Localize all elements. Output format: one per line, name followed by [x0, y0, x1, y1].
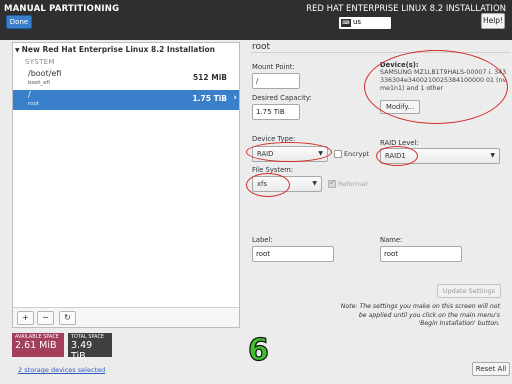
dropdown-arrow-icon: ▼	[490, 152, 495, 159]
devices-text: SAMSUNG MZ1LB1T9HALS-00007 i. 343336304e…	[380, 69, 507, 92]
reformat-label: Reformat	[338, 180, 368, 188]
mount-row-root[interactable]: / root 1.75 TiB ›	[13, 90, 239, 110]
product-title: RED HAT ENTERPRISE LINUX 8.2 INSTALLATIO…	[306, 4, 506, 14]
device-type-label: Device Type:	[252, 135, 296, 143]
available-space-value: 2.61 MiB	[15, 340, 57, 351]
dropdown-arrow-icon: ▼	[312, 180, 317, 187]
label-field[interactable]: root	[252, 246, 334, 262]
device-type-dropdown[interactable]: RAID ▼	[252, 146, 328, 162]
label-field-label: Label:	[252, 236, 273, 244]
keyboard-layout-indicator[interactable]: ⌨ us	[339, 17, 391, 29]
installation-header[interactable]: ▼ New Red Hat Enterprise Linux 8.2 Instal…	[15, 45, 215, 54]
partition-title: root	[252, 42, 271, 52]
settings-note: Note: The settings you make on this scre…	[340, 303, 500, 327]
file-system-dropdown[interactable]: xfs ▼	[252, 176, 322, 192]
divider	[250, 52, 510, 53]
top-bar: MANUAL PARTITIONING Done RED HAT ENTERPR…	[0, 0, 512, 40]
mount-size: 512 MiB	[192, 73, 227, 82]
done-button[interactable]: Done	[6, 15, 32, 29]
raid-level-dropdown[interactable]: RAID1 ▼	[380, 148, 500, 164]
file-system-label: File System:	[252, 166, 294, 174]
system-group-label: SYSTEM	[25, 58, 55, 66]
remove-mount-button[interactable]: −	[37, 311, 54, 325]
mount-point: /	[28, 90, 31, 99]
installation-title: New Red Hat Enterprise Linux 8.2 Install…	[21, 45, 216, 54]
available-space-box: AVAILABLE SPACE 2.61 MiB	[12, 333, 64, 357]
refresh-button[interactable]: ↻	[59, 311, 76, 325]
mount-point: /boot/efi	[28, 69, 62, 78]
total-space-value: 3.49 TiB	[71, 340, 93, 362]
expander-icon: ▼	[15, 47, 20, 54]
chevron-right-icon: ›	[233, 93, 237, 103]
desired-capacity-field[interactable]: 1.75 TiB	[252, 104, 300, 120]
reformat-checkbox[interactable]	[328, 178, 336, 188]
name-field-label: Name:	[380, 236, 403, 244]
mount-size: 1.75 TiB	[192, 94, 227, 103]
step-number-overlay: 6	[247, 333, 269, 368]
mount-device: root	[28, 101, 40, 107]
mount-point-label: Mount Point:	[252, 63, 295, 71]
mount-row-boot-efi[interactable]: /boot/efi boot_efi 512 MiB	[13, 69, 239, 89]
raid-level-value: RAID1	[385, 152, 406, 160]
keyboard-icon: ⌨	[341, 19, 351, 27]
mount-point-list: ▼ New Red Hat Enterprise Linux 8.2 Instal…	[12, 42, 240, 328]
spoke-title: MANUAL PARTITIONING	[4, 4, 120, 14]
encrypt-checkbox[interactable]	[334, 150, 342, 158]
modify-button[interactable]: Modify...	[380, 100, 420, 114]
add-mount-button[interactable]: +	[17, 311, 34, 325]
reset-all-button[interactable]: Reset All	[472, 362, 510, 376]
raid-level-label: RAID Level:	[380, 139, 419, 147]
keyboard-layout-label: us	[353, 18, 362, 26]
desired-capacity-label: Desired Capacity:	[252, 94, 312, 102]
storage-devices-link[interactable]: 2 storage devices selected	[18, 366, 105, 374]
name-field[interactable]: root	[380, 246, 462, 262]
file-system-value: xfs	[257, 180, 267, 188]
device-type-value: RAID	[257, 150, 274, 158]
devices-label: Device(s):	[380, 61, 419, 69]
encrypt-label: Encrypt	[344, 150, 369, 158]
update-settings-button[interactable]: Update Settings	[437, 284, 501, 298]
mount-device: boot_efi	[28, 80, 50, 86]
help-button[interactable]: Help!	[481, 13, 505, 29]
mount-point-field[interactable]: /	[252, 73, 300, 89]
list-toolbar: + − ↻	[13, 307, 239, 327]
dropdown-arrow-icon: ▼	[318, 150, 323, 157]
total-space-box: TOTAL SPACE 3.49 TiB	[68, 333, 112, 362]
